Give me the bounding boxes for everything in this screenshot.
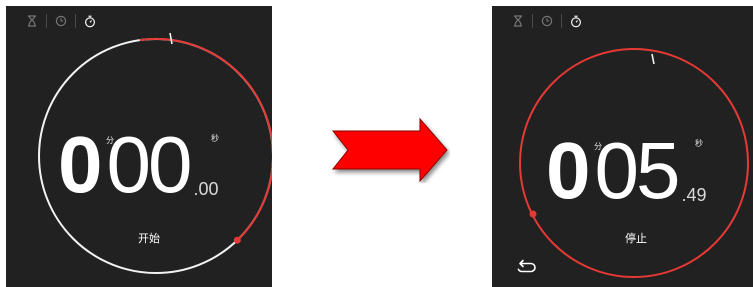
hundredths-value: .00 <box>193 179 219 199</box>
elapsed-time-display: 0 00 .00 <box>58 120 219 209</box>
second-unit-label: 秒 <box>695 139 703 148</box>
seconds-value: 00 <box>106 120 193 209</box>
right-arrow-icon <box>331 117 448 183</box>
elapsed-time-display: 0 05 .49 <box>546 126 707 215</box>
progress-knob[interactable] <box>233 236 241 244</box>
start-button[interactable]: 开始 <box>119 233 179 245</box>
seconds-value: 05 <box>594 126 681 215</box>
second-unit-label: 秒 <box>211 134 219 143</box>
minutes-value: 0 <box>58 120 102 209</box>
minute-unit-label: 分 <box>106 136 114 145</box>
stopwatch-screen-before: 0 00 .00 分 秒 开始 <box>6 6 272 287</box>
progress-knob[interactable] <box>529 210 537 218</box>
hundredths-value: .49 <box>681 185 707 205</box>
minutes-value: 0 <box>546 126 590 215</box>
stopwatch-screen-after: 0 05 .49 分 秒 停止 <box>492 6 753 287</box>
ring-start-tick <box>651 53 655 65</box>
reset-icon[interactable] <box>516 259 538 275</box>
minute-unit-label: 分 <box>594 142 602 151</box>
ring-start-tick <box>169 32 173 45</box>
stop-button[interactable]: 停止 <box>606 233 666 245</box>
comparison-stage: 0 00 .00 分 秒 开始 0 05 .49 分 秒 停止 <box>0 0 753 287</box>
